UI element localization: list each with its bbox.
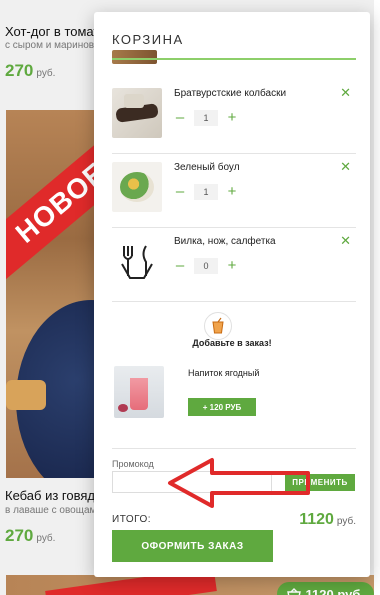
cart-panel: КОРЗИНА Братвурстские колбаски ✕ – 1 + З… [94, 12, 370, 577]
promo-label: Промокод [112, 459, 154, 469]
price-value: 270 [5, 526, 34, 545]
drink-icon-badge [204, 312, 232, 340]
product-price: 270 руб. [5, 61, 55, 81]
previous-item-thumbnail [112, 50, 157, 64]
remove-item-button[interactable]: ✕ [340, 159, 351, 175]
quantity-stepper: – 1 + [174, 110, 238, 126]
decrease-quantity-button[interactable]: – [174, 258, 186, 274]
total-currency: руб. [336, 516, 356, 527]
decrease-quantity-button[interactable]: – [174, 184, 186, 200]
item-thumbnail [112, 88, 162, 138]
divider [112, 448, 356, 449]
product-subtitle: в лаваше с овощами [5, 505, 102, 516]
item-thumbnail [112, 236, 162, 286]
upsell-title: Добавьте в заказ! [192, 338, 272, 348]
item-name: Зеленый боул [174, 162, 240, 173]
quantity-stepper: – 1 + [174, 184, 238, 200]
cutlery-icon [121, 245, 153, 279]
product-image[interactable]: НОВОЕ [6, 110, 100, 478]
mini-cart-total: 1120 руб. [305, 586, 364, 595]
cart-item: Вилка, нож, салфетка ✕ – 0 + [112, 230, 356, 302]
upsell-item-thumbnail [114, 366, 164, 418]
price-currency: руб. [36, 68, 56, 79]
upsell-item-name: Напиток ягодный [188, 368, 260, 378]
mini-cart-button[interactable]: 1120 руб. [276, 582, 374, 595]
drink-icon [212, 317, 224, 334]
increase-quantity-button[interactable]: + [226, 184, 238, 200]
annotation-arrow-icon [168, 458, 310, 508]
remove-item-button[interactable]: ✕ [340, 233, 351, 249]
cart-item: Зеленый боул ✕ – 1 + [112, 156, 356, 228]
price-value: 270 [5, 61, 34, 80]
remove-item-button[interactable]: ✕ [340, 85, 351, 101]
decrease-quantity-button[interactable]: – [174, 110, 186, 126]
cart-title: КОРЗИНА [112, 32, 190, 47]
title-underline [112, 58, 356, 60]
increase-quantity-button[interactable]: + [226, 258, 238, 274]
quantity-value[interactable]: 1 [194, 184, 218, 200]
increase-quantity-button[interactable]: + [226, 110, 238, 126]
checkout-button[interactable]: ОФОРМИТЬ ЗАКАЗ [112, 530, 273, 562]
cart-item: Братвурстские колбаски ✕ – 1 + [112, 82, 356, 154]
page-edge [374, 0, 380, 595]
price-currency: руб. [36, 533, 56, 544]
basket-icon [286, 588, 301, 595]
product-price: 270 руб. [5, 526, 55, 546]
quantity-value[interactable]: 1 [194, 110, 218, 126]
item-thumbnail [112, 162, 162, 212]
total-label: ИТОГО: [112, 514, 152, 525]
new-ribbon: НОВОЕ [6, 124, 100, 282]
total-value: 1120 [299, 511, 334, 528]
food-graphic [6, 380, 46, 410]
item-name: Вилка, нож, салфетка [174, 236, 276, 247]
item-name: Братвурстские колбаски [174, 88, 287, 99]
quantity-value[interactable]: 0 [194, 258, 218, 274]
add-upsell-button[interactable]: + 120 РУБ [188, 398, 256, 416]
new-ribbon-graphic [45, 575, 217, 595]
quantity-stepper: – 0 + [174, 258, 238, 274]
product-title[interactable]: Хот-дог в томате [5, 24, 106, 39]
total-price: 1120 руб. [299, 511, 356, 529]
